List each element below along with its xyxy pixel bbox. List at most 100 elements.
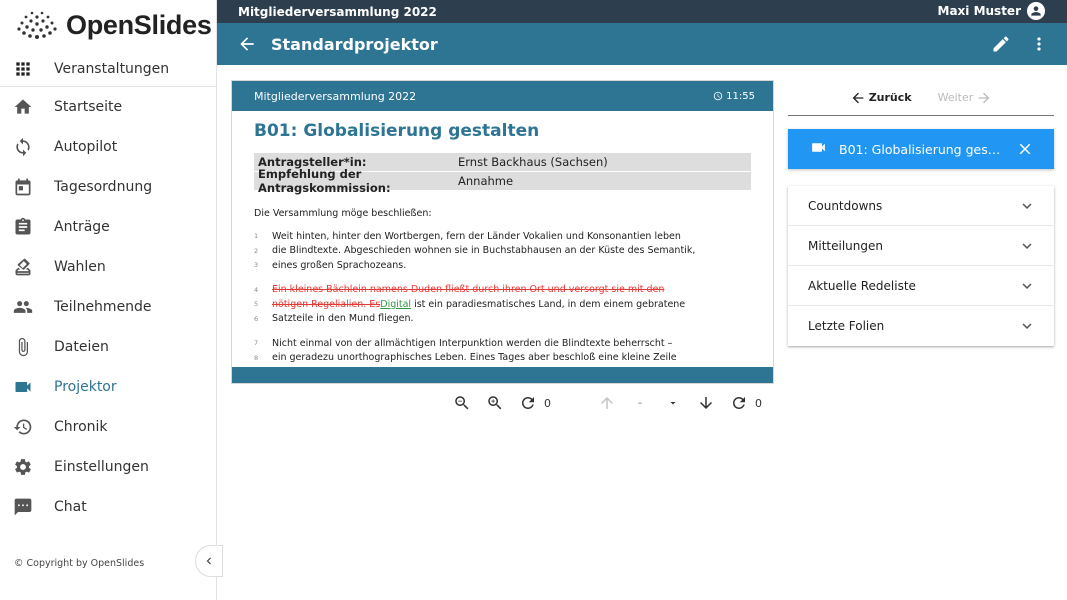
projector-footer <box>232 367 773 383</box>
zoom-out-icon <box>454 396 468 410</box>
caret-down-icon <box>670 402 675 405</box>
sidebar-item-label: Tagesordnung <box>54 179 153 195</box>
sidebar-item-label: Dateien <box>54 339 109 355</box>
arrow-right-icon <box>978 92 990 103</box>
line-number: 8 <box>254 353 259 362</box>
back-arrow-icon[interactable] <box>237 34 257 54</box>
line-number: 4 <box>254 285 259 294</box>
reset-scroll-button[interactable] <box>722 393 755 413</box>
openslides-logo-icon <box>17 11 57 39</box>
sidebar-item-wahlen[interactable]: Wahlen <box>0 247 216 287</box>
sidebar-item-autopilot[interactable]: Autopilot <box>0 127 216 167</box>
zoom-out-button[interactable] <box>445 393 478 413</box>
line-text: ist ein paradiesmatisches Land, in dem e… <box>411 298 686 310</box>
sidebar-item-dateien[interactable]: Dateien <box>0 327 216 367</box>
sidebar-item-chronik[interactable]: Chronik <box>0 407 216 447</box>
projector-preview: Mitgliederversammlung 2022 11:55 B01: Gl… <box>231 80 774 384</box>
line-text: Satzteile in den Mund fliegen. <box>272 313 414 325</box>
clock-time: 11:55 <box>726 90 755 102</box>
edit-pencil-icon[interactable] <box>991 34 1011 54</box>
sidebar-item-projektor[interactable]: Projektor <box>0 367 216 407</box>
motion-line: 4 Ein kleines Bächlein namens Duden fließ… <box>254 283 751 298</box>
scroll-down-button[interactable] <box>656 393 689 413</box>
zoom-in-button[interactable] <box>478 393 511 413</box>
account-icon <box>1031 6 1041 16</box>
panel-title: Letzte Folien <box>808 319 885 333</box>
more-vert-icon[interactable] <box>1029 34 1049 54</box>
scroll-count: 0 <box>755 396 762 410</box>
sidebar-item-einstellungen[interactable]: Einstellungen <box>0 447 216 487</box>
refresh-icon <box>521 397 534 409</box>
meeting-title[interactable]: Mitgliederversammlung 2022 <box>238 5 437 19</box>
collapse-sidebar-button[interactable] <box>195 545 223 577</box>
sidebar-item-label: Teilnehmende <box>54 299 152 315</box>
videocam-icon <box>0 377 46 397</box>
reset-zoom-button[interactable] <box>511 393 544 413</box>
slide-title: B01: Globalisierung gestalten <box>254 121 540 141</box>
line-text: eines großen Sprachozeans. <box>272 259 407 271</box>
apps-grid-icon <box>0 59 46 79</box>
line-number: 7 <box>254 339 259 348</box>
copyright-text: © Copyright by OpenSlides <box>14 558 145 569</box>
projector-controls: 0 0 <box>445 393 777 413</box>
sidebar-item-chat[interactable]: Chat <box>0 487 216 527</box>
chat-icon <box>0 497 46 517</box>
logo[interactable]: OpenSlides <box>14 8 212 42</box>
motion-line: 1 Weit hinten, hinter den Wortbergen, fer… <box>254 229 751 244</box>
line-number: 5 <box>254 300 259 309</box>
history-icon <box>0 417 46 437</box>
clipboard-icon <box>0 217 46 237</box>
motion-intro: Die Versammlung möge beschließen: <box>254 208 432 219</box>
sidebar-item-label: Autopilot <box>54 139 118 155</box>
home-icon <box>0 97 46 117</box>
previous-label: Zurück <box>868 91 912 104</box>
line-number: 2 <box>254 246 259 255</box>
motion-line: 2 die Blindtexte. Abgeschieden wohnen sie… <box>254 244 751 259</box>
projector-clock: 11:55 <box>713 91 755 102</box>
scroll-top-button[interactable] <box>590 393 623 413</box>
panel-letzte-folien[interactable]: Letzte Folien <box>788 306 1054 346</box>
ballot-icon <box>0 257 46 277</box>
motion-line: 3 eines großen Sprachozeans. <box>254 258 751 273</box>
deleted-text: Ein kleines Bächlein namens Duden fließt… <box>272 284 665 296</box>
meta-value: Ernst Backhaus (Sachsen) <box>458 155 608 169</box>
projector-header: Mitgliederversammlung 2022 11:55 <box>232 81 773 111</box>
deleted-text: nötigen Regelialien. Es <box>272 298 381 310</box>
user-menu[interactable]: Maxi Muster <box>938 2 1045 20</box>
sidebar-item-antraege[interactable]: Anträge <box>0 207 216 247</box>
people-icon <box>0 297 46 317</box>
autopilot-icon <box>0 137 46 157</box>
close-icon <box>1019 143 1031 155</box>
sidebar-item-events[interactable]: Veranstaltungen <box>0 52 216 87</box>
scroll-up-button[interactable] <box>623 393 656 413</box>
arrow-down-icon <box>699 397 712 409</box>
sidebar-item-tagesordnung[interactable]: Tagesordnung <box>0 167 216 207</box>
panel-aktuelle-redeliste[interactable]: Aktuelle Redeliste <box>788 266 1054 306</box>
meeting-bar: Mitgliederversammlung 2022 Maxi Muster <box>217 0 1067 23</box>
line-text: ein geradezu unorthographisches Leben. E… <box>272 352 677 364</box>
previous-slide-button[interactable]: Zurück <box>850 90 912 106</box>
panel-countdowns[interactable]: Countdowns <box>788 186 1054 226</box>
panel-title: Aktuelle Redeliste <box>808 278 916 293</box>
arrow-up-icon <box>600 397 613 409</box>
inserted-text: Digital <box>380 298 412 310</box>
scroll-bottom-button[interactable] <box>689 393 722 413</box>
page-title: Standardprojektor <box>271 34 438 54</box>
current-slide-card[interactable]: B01: Globalisierung gestalten <box>788 129 1054 169</box>
panel-title: Mitteilungen <box>808 238 883 253</box>
panel-mitteilungen[interactable]: Mitteilungen <box>788 226 1054 266</box>
next-slide-button[interactable]: Weiter <box>938 90 993 106</box>
motion-line: 5 nötigen Regelialien. EsDigital ist ein … <box>254 297 751 312</box>
paperclip-icon <box>0 337 46 357</box>
motion-line: 8 ein geradezu unorthographisches Leben. … <box>254 351 751 366</box>
sidebar-item-startseite[interactable]: Startseite <box>0 87 216 127</box>
gear-icon <box>0 457 46 477</box>
remove-slide-button[interactable] <box>1016 140 1034 162</box>
line-number: 3 <box>254 261 259 270</box>
motion-text: 1 Weit hinten, hinter den Wortbergen, fer… <box>254 229 751 365</box>
meta-value: Annahme <box>458 174 514 188</box>
sidebar-item-label: Anträge <box>54 219 110 235</box>
avatar <box>1027 2 1045 20</box>
current-slide-label: B01: Globalisierung gestalten <box>839 141 1005 157</box>
sidebar-item-teilnehmende[interactable]: Teilnehmende <box>0 287 216 327</box>
